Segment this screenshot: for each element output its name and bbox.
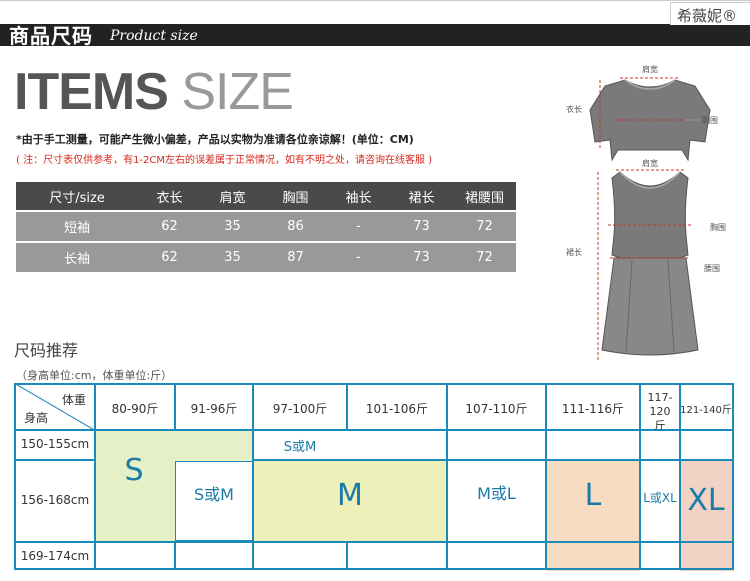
grid-line [346, 541, 348, 570]
table-cell: 35 [201, 210, 264, 242]
banner-word-size: SIZE [181, 63, 294, 121]
label-skirt-length: 裙长 [566, 247, 582, 257]
size-s: S [124, 453, 144, 488]
label-shoulder-dress: 肩宽 [642, 158, 658, 168]
header-cell: 衣长 [138, 182, 201, 211]
grid-line [14, 541, 734, 543]
recommend-title: 尺码推荐 [14, 341, 79, 360]
weight-header: 107-110斤 [465, 402, 528, 416]
section-subtitle: Product size [110, 28, 198, 44]
table-cell: 长袖 [16, 241, 138, 272]
size-l-or-xl: L或XL [643, 491, 677, 505]
header-cell: 裙腰围 [453, 182, 516, 211]
table-cell: - [327, 210, 390, 242]
size-l: L [584, 478, 602, 513]
grid-line [639, 383, 641, 570]
table-cell: 73 [390, 241, 453, 272]
label-chest-dress: 胸围 [710, 222, 726, 232]
size-table-header: 尺寸/size 衣长 肩宽 胸围 袖长 裙长 裙腰围 [16, 182, 516, 211]
table-cell: 72 [453, 210, 516, 242]
table-cell: 62 [138, 241, 201, 272]
grid-line [732, 383, 734, 570]
table-cell: 86 [264, 210, 327, 242]
size-xl: XL [687, 483, 725, 518]
garment-diagram: 肩宽 衣长 胸围 肩宽 裙长 胸围 腰围 [566, 64, 726, 360]
height-label: 169-174cm [20, 549, 90, 563]
table-cell: - [327, 241, 390, 272]
size-s-or-m: S或M [194, 485, 234, 504]
grid-line [253, 459, 734, 461]
table-cell: 35 [201, 241, 264, 272]
height-label: 156-168cm [20, 493, 90, 507]
weight-header: 91-96斤 [190, 402, 238, 416]
label-length-top: 衣长 [566, 104, 582, 114]
size-s-or-m-top: S或M [283, 440, 317, 455]
measurement-note: *由于手工测量，可能产生微小偏差，产品以实物为准请各位亲谅解！(单位：CM) [16, 133, 414, 146]
size-table: 尺寸/size 衣长 肩宽 胸围 袖长 裙长 裙腰围 短袖 62 35 86 -… [16, 182, 516, 272]
height-label: 150-155cm [20, 437, 90, 451]
label-shoulder-top: 肩宽 [642, 64, 658, 74]
weight-header: 97-100斤 [272, 402, 328, 416]
tolerance-note: ( 注：尺寸表仅供参考，有1-2CM左右的误差属于正常情况，如有不明之处，请咨询… [16, 155, 433, 166]
size-recommend-grid: 体重 身高 80-90斤 91-96斤 97-100斤 101-106斤 107… [14, 383, 734, 571]
brand-name: 希薇妮® [677, 7, 738, 25]
grid-line [14, 568, 734, 570]
corner-weight-label: 体重 [62, 393, 87, 407]
table-cell: 87 [264, 241, 327, 272]
size-m-or-l: M或L [477, 484, 516, 503]
header-cell: 肩宽 [201, 182, 264, 211]
weight-header: 111-116斤 [561, 402, 625, 416]
header-cell: 袖长 [327, 182, 390, 211]
weight-header: 121-140斤 [680, 405, 732, 416]
table-cell: 72 [453, 241, 516, 272]
dress-illustration [597, 169, 699, 360]
recommend-units-note: （身高单位:cm，体重单位:斤） [16, 369, 173, 382]
header-top-line [0, 0, 750, 1]
header-cell: 胸围 [264, 182, 327, 211]
grid-line [14, 383, 734, 385]
table-row: 长袖 62 35 87 - 73 72 [16, 241, 516, 272]
header-cell: 裙长 [390, 182, 453, 211]
weight-header: 80-90斤 [111, 402, 159, 416]
header-cell: 尺寸/size [16, 182, 138, 211]
table-cell: 73 [390, 210, 453, 242]
banner-word-items: ITEMS [14, 63, 169, 121]
size-m: M [337, 478, 363, 513]
section-title: 商品尺码 [9, 24, 93, 48]
weight-header: 117-120斤 [647, 391, 673, 432]
table-cell: 短袖 [16, 210, 138, 242]
grid-line [174, 541, 176, 570]
grid-line [14, 429, 734, 431]
top-garment-illustration [589, 77, 711, 162]
grid-line [14, 459, 95, 461]
table-row: 短袖 62 35 86 - 73 72 [16, 210, 516, 242]
label-waist-dress: 腰围 [704, 264, 720, 273]
corner-height-label: 身高 [24, 411, 49, 425]
items-size-banner: ITEMS SIZE [14, 62, 294, 122]
table-cell: 62 [138, 210, 201, 242]
weight-header: 101-106斤 [365, 402, 429, 416]
label-chest-top: 胸围 [702, 115, 718, 125]
